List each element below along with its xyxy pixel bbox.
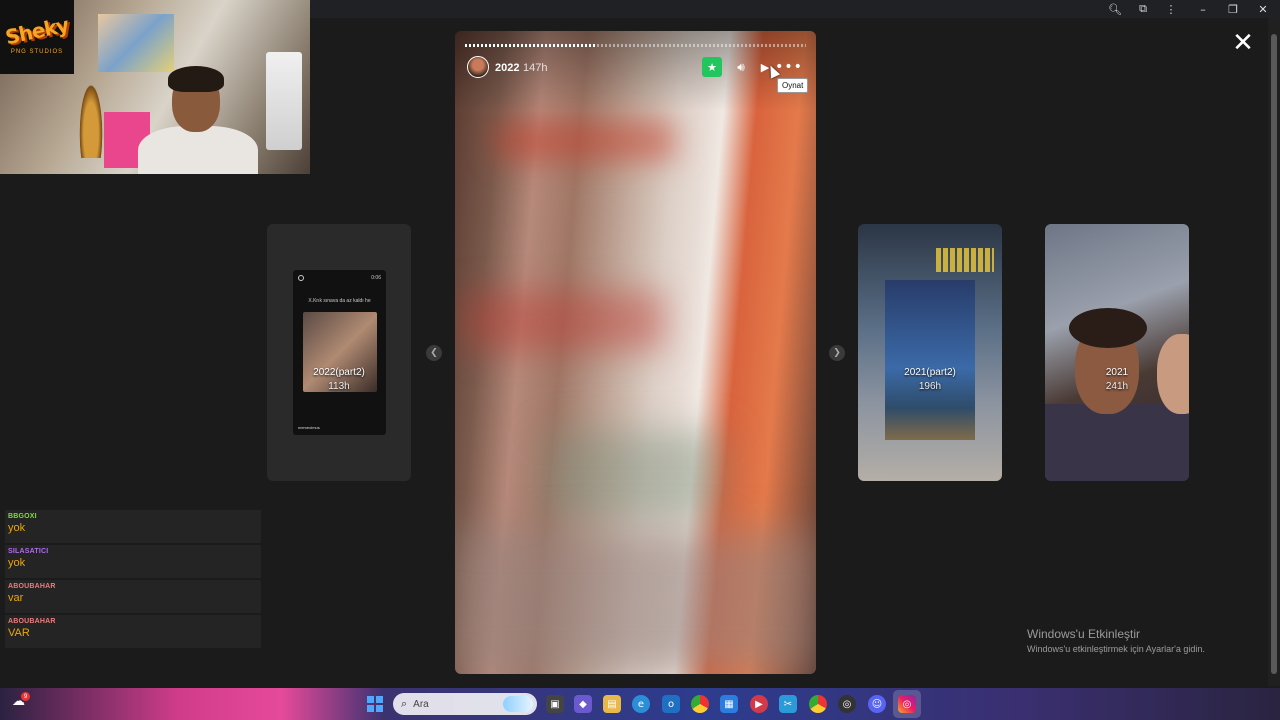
widgets-icon[interactable]: ◆ — [574, 695, 592, 713]
story-time: 147h — [523, 62, 548, 74]
instagram-icon[interactable]: ◎ — [898, 695, 916, 713]
prev-story-button[interactable]: ❮ — [426, 345, 442, 361]
avatar[interactable] — [467, 56, 489, 78]
channel-logo: Sheky PNG STUDIOS — [0, 0, 74, 74]
chrome-alt-icon[interactable] — [809, 695, 827, 713]
browser-title-bar: 🔍︎ ⧉ ⋮ – ❐ ✕ — [310, 0, 1280, 18]
card-preview: 0:06 X.Krık sınava da az kaldı he memeol… — [293, 270, 386, 435]
extensions-icon[interactable]: ⧉ — [1128, 0, 1158, 18]
chat-message: BBGOXI yok — [5, 510, 261, 543]
camera-icon — [298, 275, 304, 281]
emoji-row — [936, 248, 994, 272]
story-card-right-2[interactable]: 2021 241h — [1045, 224, 1189, 481]
play-tooltip: Oynat — [777, 78, 809, 93]
card-clock: 0:06 — [371, 275, 381, 281]
chat-username: BBGOXI — [8, 513, 37, 520]
guitar — [78, 78, 104, 158]
card-photo-shirt — [1045, 404, 1189, 481]
story-blur — [545, 431, 725, 521]
search-highlight-art — [503, 696, 533, 712]
close-icon: ✕ — [1232, 28, 1254, 58]
chat-text: yok — [8, 557, 26, 569]
chrome-icon[interactable] — [691, 695, 709, 713]
close-viewer-button[interactable]: ✕ — [1230, 28, 1256, 58]
outlook-icon[interactable]: o — [662, 695, 680, 713]
screen: 🔍︎ ⧉ ⋮ – ❐ ✕ Sheky PNG STUDIOS ✕ 0:06 X.… — [0, 0, 1280, 720]
taskbar-search[interactable]: ⌕ Ara — [393, 693, 537, 715]
menu-icon[interactable]: ⋮ — [1156, 0, 1186, 18]
minimize-icon[interactable]: – — [1188, 0, 1218, 18]
maximize-icon[interactable]: ❐ — [1218, 0, 1248, 18]
chat-username: ABOUBAHAR — [8, 618, 56, 625]
chevron-right-icon: ❯ — [833, 348, 841, 358]
story-progress-fill — [465, 44, 595, 47]
search-placeholder: Ara — [413, 698, 429, 710]
chat-username: ABOUBAHAR — [8, 583, 56, 590]
volume-icon: 🔊︎ — [737, 59, 745, 74]
story-card-right-1[interactable]: 2021(part2) 196h — [858, 224, 1002, 481]
task-view-icon[interactable]: ▣ — [546, 695, 564, 713]
card-title: 2021 — [1105, 367, 1129, 378]
card-tag: memeolmus — [298, 425, 320, 430]
story-blur — [455, 531, 816, 674]
discord-icon[interactable]: ☺ — [868, 695, 886, 713]
card-photo — [303, 312, 377, 392]
card-preview — [885, 280, 975, 440]
chat-text: yok — [8, 522, 26, 534]
card-photo-hair — [1069, 308, 1147, 348]
mute-button[interactable]: 🔊︎ — [732, 58, 750, 76]
chat-username: SILASATICI — [8, 548, 49, 555]
chat-text: VAR — [8, 627, 30, 639]
card-title: 2021(part2) — [904, 367, 956, 378]
wall-poster — [98, 14, 174, 72]
edge-icon[interactable]: e — [632, 695, 650, 713]
card-caption: X.Krık sınava da az kaldı he — [308, 298, 371, 304]
next-story-button[interactable]: ❯ — [829, 345, 845, 361]
chat-overlay: BBGOXI yok SILASATICI yok ABOUBAHAR var … — [5, 510, 261, 650]
zoom-icon[interactable]: 🔍︎ — [1100, 0, 1130, 18]
story-username[interactable]: 2022 — [495, 62, 519, 74]
air-cooler — [266, 52, 302, 150]
close-friends-button[interactable]: ★ — [702, 57, 722, 77]
story-blur — [465, 291, 665, 351]
scrollbar[interactable] — [1268, 18, 1280, 686]
card-time: 196h — [918, 381, 942, 392]
star-icon: ★ — [707, 60, 717, 74]
media-player-icon[interactable]: ▶ — [750, 695, 768, 713]
chat-message: ABOUBAHAR VAR — [5, 615, 261, 648]
story-blur — [495, 121, 675, 161]
window-close-icon[interactable]: ✕ — [1248, 0, 1278, 18]
start-button[interactable] — [367, 696, 383, 712]
chat-text: var — [8, 592, 24, 604]
card-time: 113h — [328, 381, 350, 392]
more-options-button[interactable]: ••• — [775, 57, 802, 77]
logo-subtitle: PNG STUDIOS — [10, 49, 64, 55]
scroll-thumb[interactable] — [1271, 34, 1277, 674]
activation-watermark: Windows'u Etkinleştir Windows'u etkinleş… — [1027, 627, 1205, 654]
store-icon[interactable]: ▦ — [720, 695, 738, 713]
story-progress-bar — [465, 44, 806, 47]
chat-message: ABOUBAHAR var — [5, 580, 261, 613]
vscode-icon[interactable]: ✂ — [779, 695, 797, 713]
chevron-left-icon: ❮ — [430, 348, 438, 358]
streamer-hair — [168, 66, 224, 92]
file-explorer-icon[interactable]: ▤ — [603, 695, 621, 713]
card-time: 241h — [1105, 381, 1129, 392]
watermark-subtitle: Windows'u etkinleştirmek için Ayarlar'a … — [1027, 644, 1205, 654]
watermark-title: Windows'u Etkinleştir — [1027, 627, 1140, 641]
story-card-left[interactable]: 0:06 X.Krık sınava da az kaldı he memeol… — [267, 224, 411, 481]
card-title: 2022(part2) — [313, 367, 365, 378]
chat-message: SILASATICI yok — [5, 545, 261, 578]
weather-badge: 9 — [21, 692, 30, 701]
streamer-body — [138, 126, 258, 174]
active-story[interactable]: 2022 147h ★ 🔊︎ ▶ ••• — [455, 31, 816, 674]
obs-icon[interactable]: ◎ — [838, 695, 856, 713]
search-icon: ⌕ — [401, 697, 408, 710]
logo-text: Sheky — [3, 12, 71, 50]
